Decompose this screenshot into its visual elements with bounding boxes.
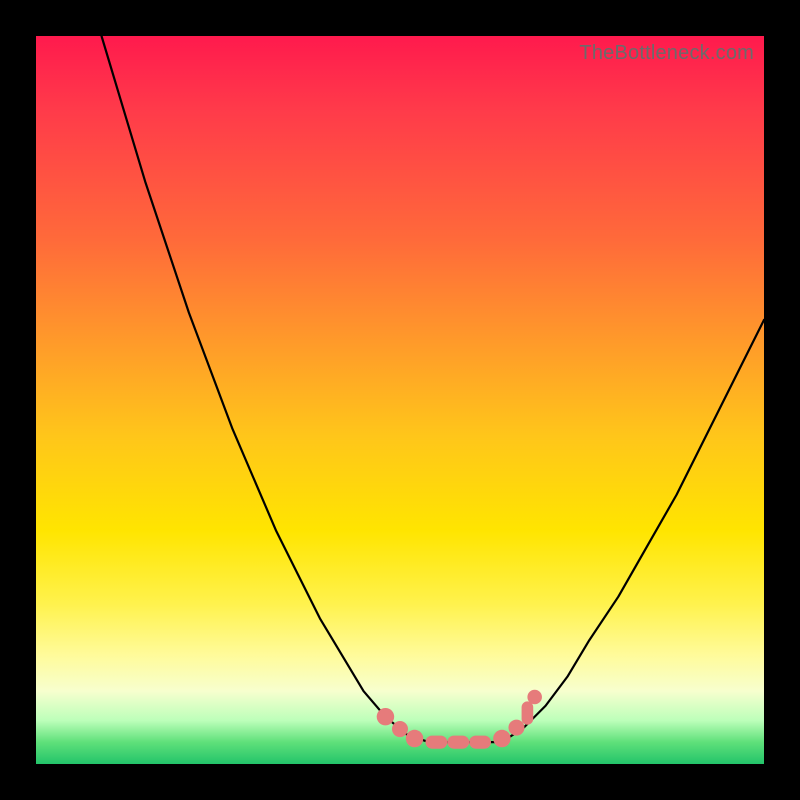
- chart-frame: TheBottleneck.com: [0, 0, 800, 800]
- bottleneck-curve: [102, 36, 764, 742]
- curve-marker: [522, 701, 534, 724]
- curve-marker: [493, 730, 510, 747]
- curve-marker: [377, 708, 394, 725]
- curve-marker: [527, 690, 542, 705]
- curve-marker: [392, 721, 408, 737]
- marker-group: [377, 690, 542, 749]
- curve-svg: [36, 36, 764, 764]
- curve-marker: [406, 730, 423, 747]
- curve-marker: [447, 736, 469, 749]
- curve-marker: [469, 736, 491, 749]
- curve-marker: [425, 736, 447, 749]
- curve-marker: [508, 720, 524, 736]
- plot-area: TheBottleneck.com: [36, 36, 764, 764]
